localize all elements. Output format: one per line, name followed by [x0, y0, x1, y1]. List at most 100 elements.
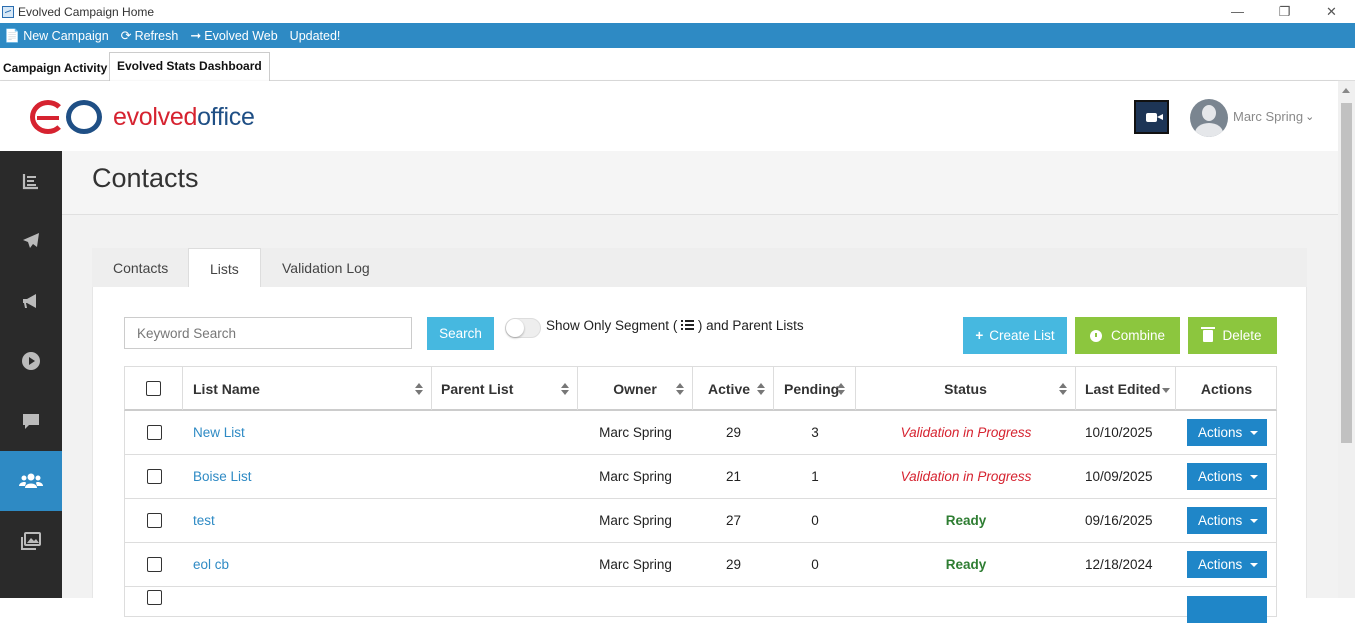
table-row [124, 587, 1277, 623]
actions-dropdown-button[interactable]: Actions [1187, 551, 1267, 578]
pending-cell: 3 [811, 425, 819, 440]
vertical-scrollbar[interactable] [1338, 81, 1355, 598]
megaphone-icon [23, 294, 36, 308]
scroll-up-icon[interactable] [1342, 88, 1350, 93]
owner-cell: Marc Spring [599, 513, 672, 528]
page-title: Contacts [92, 163, 199, 193]
col-owner[interactable]: Owner [578, 367, 693, 410]
actions-dropdown-button[interactable] [1187, 596, 1267, 623]
chevron-down-icon: ⌄ [1305, 111, 1315, 123]
plus-icon: + [975, 328, 984, 343]
sidebar-item-contacts[interactable] [0, 451, 62, 511]
actions-dropdown-button[interactable]: Actions [1187, 419, 1267, 446]
tab-evolved-stats-dashboard[interactable]: Evolved Stats Dashboard [109, 52, 270, 81]
table-row: Boise List Marc Spring 21 1 Validation i… [124, 455, 1277, 499]
tab-validation-log[interactable]: Validation Log [261, 248, 391, 287]
col-status[interactable]: Status [856, 367, 1076, 410]
sidebar-item-messages[interactable] [0, 391, 62, 451]
row-checkbox[interactable] [147, 589, 162, 605]
tab-campaign-activity[interactable]: Campaign Activity [0, 55, 110, 81]
video-call-button[interactable] [1134, 100, 1169, 134]
evolved-office-logo[interactable]: evolvedoffice [30, 99, 255, 135]
table-header: List Name Parent List Owner Active Pendi… [124, 366, 1277, 411]
search-button[interactable]: Search [427, 317, 494, 350]
row-checkbox[interactable] [147, 425, 162, 440]
active-cell: 27 [725, 513, 742, 528]
col-pending[interactable]: Pending [774, 367, 856, 410]
sort-icon [837, 383, 845, 395]
segment-filter-toggle[interactable] [505, 318, 541, 338]
close-icon[interactable]: ✕ [1308, 0, 1355, 23]
list-chart-icon [22, 174, 38, 190]
restore-icon[interactable]: ❐ [1261, 0, 1308, 23]
list-name-link[interactable]: New List [193, 411, 245, 454]
refresh-button[interactable]: ⟳ Refresh [121, 28, 179, 44]
sidebar-item-media[interactable] [0, 331, 62, 391]
tab-lists[interactable]: Lists [188, 248, 261, 288]
delete-button[interactable]: Delete [1188, 317, 1277, 354]
users-icon [19, 473, 43, 488]
images-icon [21, 532, 41, 550]
list-name-link[interactable]: test [193, 499, 215, 542]
content-tabs: Contacts Lists Validation Log [92, 248, 1307, 288]
new-campaign-button[interactable]: 📄 New Campaign [4, 28, 109, 44]
pending-cell: 0 [811, 513, 819, 528]
avatar[interactable] [1190, 99, 1228, 137]
create-list-button[interactable]: + Create List [963, 317, 1067, 354]
window-title: Evolved Campaign Home [18, 4, 155, 19]
left-sidebar [0, 151, 62, 598]
user-menu[interactable]: Marc Spring ⌄ [1233, 109, 1314, 124]
status-cell: Ready [945, 557, 987, 572]
sort-icon [757, 383, 765, 395]
pending-cell: 0 [811, 557, 819, 572]
sort-icon [1059, 383, 1067, 395]
updated-status: Updated! [290, 29, 341, 43]
pending-cell: 1 [811, 469, 819, 484]
list-icon [681, 320, 695, 330]
keyword-search-input[interactable]: Keyword Search [124, 317, 412, 349]
evolved-web-button[interactable]: ➞ Evolved Web [190, 28, 277, 44]
list-name-link[interactable]: eol cb [193, 543, 229, 586]
col-active[interactable]: Active [693, 367, 774, 410]
evolved-web-label: Evolved Web [204, 28, 278, 43]
combine-button[interactable]: Combine [1075, 317, 1180, 354]
sort-icon [415, 383, 423, 395]
actions-dropdown-button[interactable]: Actions [1187, 507, 1267, 534]
sidebar-item-dashboard[interactable] [0, 151, 62, 211]
sort-icon [561, 383, 569, 395]
video-camera-icon [1146, 112, 1163, 122]
scrollbar-thumb[interactable] [1341, 103, 1352, 443]
info-circle-icon [1089, 329, 1102, 342]
caret-down-icon [1250, 562, 1259, 567]
lists-panel: Keyword Search Search Show Only Segment … [92, 287, 1307, 623]
app-icon [2, 5, 14, 18]
actions-dropdown-button[interactable]: Actions [1187, 463, 1267, 490]
active-cell: 29 [725, 557, 742, 572]
row-checkbox[interactable] [147, 469, 162, 484]
updated-label: Updated! [289, 28, 341, 43]
col-actions: Actions [1200, 380, 1253, 397]
col-last-edited[interactable]: Last Edited [1076, 367, 1176, 410]
owner-cell: Marc Spring [599, 425, 672, 440]
col-list-name[interactable]: List Name [183, 367, 432, 410]
row-checkbox[interactable] [147, 513, 162, 528]
col-parent-list[interactable]: Parent List [432, 367, 578, 410]
arrow-right-icon: ➞ [190, 27, 202, 43]
segment-filter-label: Show Only Segment ( ) and Parent Lists [546, 318, 804, 333]
status-cell: Validation in Progress [900, 469, 1032, 484]
minimize-icon[interactable]: — [1214, 0, 1261, 23]
sidebar-item-gallery[interactable] [0, 511, 62, 571]
sidebar-item-campaigns[interactable] [0, 211, 62, 271]
list-name-link[interactable]: Boise List [193, 455, 252, 498]
table-row: test Marc Spring 27 0 Ready 09/16/2025 A… [124, 499, 1277, 543]
row-checkbox[interactable] [147, 557, 162, 572]
refresh-icon: ⟳ [120, 27, 132, 43]
active-cell: 21 [725, 469, 742, 484]
trash-icon [1201, 326, 1216, 342]
tab-contacts[interactable]: Contacts [92, 248, 189, 287]
sort-desc-icon [1162, 388, 1171, 393]
sidebar-item-announcements[interactable] [0, 271, 62, 331]
paper-plane-icon [23, 233, 39, 248]
select-all-checkbox[interactable] [146, 381, 161, 396]
last-edited-cell: 12/18/2024 [1085, 557, 1153, 572]
